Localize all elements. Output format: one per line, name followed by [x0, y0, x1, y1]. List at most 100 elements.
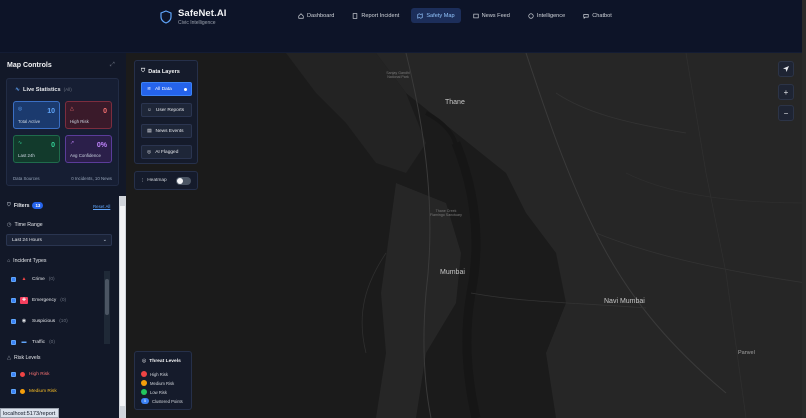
layer-user-reports-button[interactable]: ☺ User Reports — [141, 103, 192, 117]
heatmap-toggle[interactable] — [176, 177, 191, 185]
page-scrollbar[interactable] — [802, 0, 806, 418]
avg-confidence-label: Avg Confidence — [70, 153, 101, 158]
filter-icon: ⛉ — [141, 68, 146, 74]
incident-type-suspicious[interactable]: ◉ Suspicious (10) — [6, 315, 106, 327]
checkbox-checked[interactable] — [11, 297, 16, 303]
map-label-navi-mumbai: Navi Mumbai — [604, 298, 645, 305]
incident-type-count: (10) — [59, 318, 68, 324]
risk-level-high[interactable]: High Risk — [6, 372, 50, 377]
expand-icon[interactable]: ⤢ — [110, 62, 116, 68]
legend-label: Clustered Points — [152, 398, 183, 404]
heatmap-toggle-row: ⫶ Heatmap — [134, 171, 198, 190]
checkbox-checked[interactable] — [11, 389, 16, 394]
users-icon: ☺ — [147, 107, 152, 113]
time-range-select[interactable]: Last 24 Hours ⌄ — [6, 234, 112, 246]
checkbox-checked[interactable] — [11, 318, 16, 324]
crime-icon: ▲ — [21, 276, 27, 282]
scrollbar-thumb[interactable] — [105, 279, 109, 315]
nav-safety-map[interactable]: Safety Map — [411, 8, 461, 23]
safety-map[interactable]: Thane Mumbai Navi Mumbai Panvel Sanjay G… — [126, 53, 806, 418]
emergency-icon: ✚ — [20, 296, 28, 304]
filters-header: ⛉ Filters 13 — [7, 202, 44, 209]
tag-icon: ⌂ — [7, 258, 11, 264]
data-layers-panel: ⛉ Data Layers ≋ All Data ☺ User Reports … — [134, 60, 198, 164]
nav-label: Intelligence — [536, 12, 566, 19]
panel-scrollbar[interactable] — [119, 196, 126, 418]
nav-report-incident[interactable]: Report Incident — [346, 8, 405, 23]
time-range-heading: ◷ Time Range — [7, 222, 43, 228]
high-risk-tile[interactable]: △ 0 High Risk — [65, 101, 112, 129]
locate-me-button[interactable] — [778, 61, 794, 77]
trend-up-icon: ↗ — [70, 140, 75, 146]
incident-types-list: ▲ Crime (0) ✚ Emergency (0) ◉ Suspicious… — [6, 267, 112, 347]
stats-header: ∿ Live Statistics (All) — [15, 86, 72, 94]
amber-dot-icon — [20, 389, 25, 394]
home-icon — [298, 12, 304, 19]
incident-types-label: Incident Types — [13, 258, 47, 264]
reset-all-link[interactable]: Reset All — [93, 204, 110, 209]
chat-icon — [583, 13, 589, 19]
nav-label: Dashboard — [307, 12, 335, 19]
total-active-tile[interactable]: ◎ 10 Total Active — [13, 101, 60, 129]
avg-confidence-tile[interactable]: ↗ 0% Avg Confidence — [65, 135, 112, 163]
layer-label: AI Flagged — [155, 149, 179, 155]
car-icon: ▬ — [21, 339, 27, 345]
nav-dashboard[interactable]: Dashboard — [292, 8, 340, 23]
cluster-icon: 5 — [141, 398, 149, 404]
incident-types-heading: ⌂ Incident Types — [7, 258, 47, 264]
layer-news-events-button[interactable]: ▤ News Events — [141, 124, 192, 138]
map-icon — [417, 12, 423, 19]
scrollbar-thumb[interactable] — [120, 206, 125, 406]
warning-icon: △ — [70, 106, 74, 112]
incident-type-label: Crime — [32, 276, 45, 282]
incident-type-crime[interactable]: ▲ Crime (0) — [6, 273, 106, 285]
news-icon — [473, 13, 479, 18]
stack-icon: ≋ — [147, 86, 152, 92]
brand-logo[interactable]: SafeNet.AI Civic Intelligence — [160, 8, 227, 26]
nav-intelligence[interactable]: Intelligence — [522, 8, 571, 23]
layer-all-data-button[interactable]: ≋ All Data — [141, 82, 192, 96]
incident-type-emergency[interactable]: ✚ Emergency (0) — [6, 294, 106, 306]
risk-level-label: High Risk — [29, 372, 50, 377]
last-24h-tile[interactable]: ∿ 0 Last 24h — [13, 135, 60, 163]
risk-levels-heading: △ Risk Levels — [7, 355, 41, 361]
stats-title: Live Statistics — [23, 86, 61, 93]
last-24h-value: 0 — [51, 142, 55, 149]
checkbox-checked[interactable] — [11, 276, 16, 282]
checkbox-checked[interactable] — [11, 372, 16, 377]
incident-type-count: (0) — [49, 339, 55, 345]
checkbox-checked[interactable] — [11, 339, 16, 345]
filters-title: Filters — [13, 202, 30, 209]
zoom-out-button[interactable]: − — [778, 105, 794, 121]
plus-icon: + — [783, 87, 789, 97]
live-statistics-card: ∿ Live Statistics (All) ◎ 10 Total Activ… — [6, 78, 119, 186]
nav-chatbot[interactable]: Chatbot — [577, 8, 618, 23]
filters-count-badge: 13 — [32, 202, 44, 209]
filter-icon: ⛉ — [7, 202, 11, 208]
total-active-value: 10 — [47, 108, 55, 115]
incident-type-traffic[interactable]: ▬ Traffic (0) — [6, 336, 106, 347]
risk-level-medium[interactable]: Medium Risk — [6, 389, 57, 394]
pulse-icon: ∿ — [15, 87, 21, 93]
threat-levels-title: Threat Levels — [149, 358, 181, 364]
time-range-label: Time Range — [14, 222, 43, 228]
nav-news-feed[interactable]: News Feed — [467, 8, 516, 23]
minus-icon: − — [783, 108, 789, 118]
document-icon — [353, 12, 358, 19]
layer-ai-flagged-button[interactable]: ◎ AI Flagged — [141, 145, 192, 159]
nav-label: Safety Map — [426, 12, 455, 19]
map-label-mumbai: Mumbai — [440, 269, 465, 276]
location-pin-icon: ◎ — [142, 359, 147, 364]
nav-label: Chatbot — [592, 12, 612, 19]
layer-label: User Reports — [155, 107, 185, 113]
risk-level-label: Medium Risk — [29, 389, 57, 394]
layer-label: All Data — [155, 86, 172, 92]
layer-label: News Events — [155, 128, 184, 134]
zoom-in-button[interactable]: + — [778, 84, 794, 100]
incident-list-scrollbar[interactable] — [104, 271, 110, 344]
data-layers-header: ⛉ Data Layers — [141, 68, 180, 75]
status-bar-url: localhost:5173/report — [0, 408, 60, 418]
activity-icon: ∿ — [18, 140, 23, 146]
map-label-panvel: Panvel — [738, 350, 755, 356]
last-24h-label: Last 24h — [18, 153, 35, 158]
